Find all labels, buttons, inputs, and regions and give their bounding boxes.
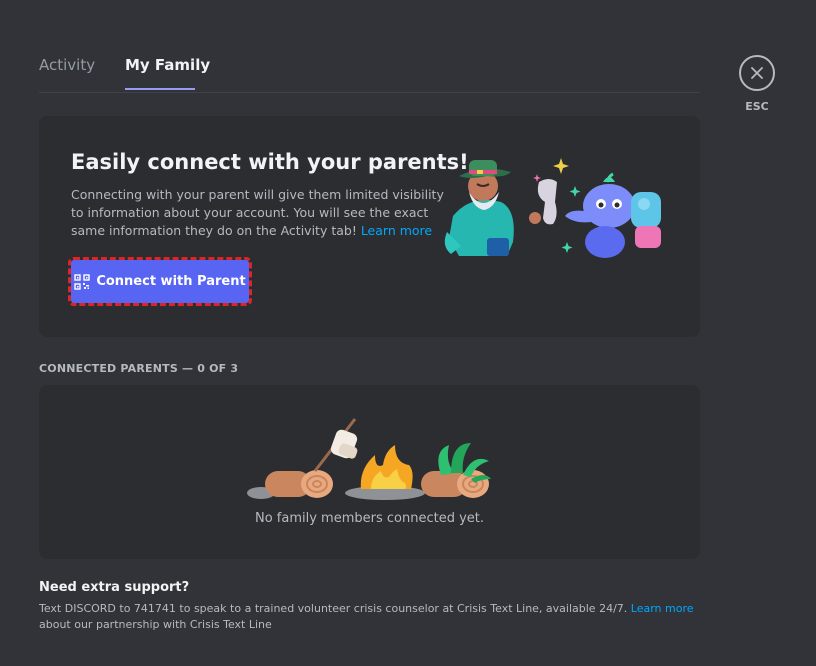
connect-button-label: Connect with Parent [96,274,246,289]
close-button[interactable] [739,55,775,91]
tab-bar: Activity My Family [39,50,700,93]
empty-state-text: No family members connected yet. [254,511,485,526]
connected-parents-header: CONNECTED PARENTS — 0 OF 3 [39,362,239,375]
hero-description: Connecting with your parent will give th… [71,186,451,240]
support-title: Need extra support? [39,580,190,595]
family-illustration [444,158,661,258]
close-control: ESC [739,55,775,113]
support-text: Text DISCORD to 741741 to speak to a tra… [39,601,719,633]
close-icon [751,67,763,79]
qr-code-icon [74,273,91,290]
connected-parents-card: No family members connected yet. [39,385,700,559]
support-text-before: Text DISCORD to 741741 to speak to a tra… [39,602,628,615]
connect-with-parent-button[interactable]: Connect with Parent [68,257,252,306]
campfire-illustration [247,418,491,500]
support-learn-more-link[interactable]: Learn more [631,602,694,615]
learn-more-link[interactable]: Learn more [361,223,432,238]
hero-title: Easily connect with your parents! [71,150,469,174]
tab-activity[interactable]: Activity [39,56,95,74]
connect-parent-card: Easily connect with your parents! Connec… [39,116,700,337]
active-tab-underline [125,88,195,90]
support-text-after: about our partnership with Crisis Text L… [39,618,272,631]
tab-my-family[interactable]: My Family [125,56,210,74]
esc-label: ESC [745,100,769,113]
